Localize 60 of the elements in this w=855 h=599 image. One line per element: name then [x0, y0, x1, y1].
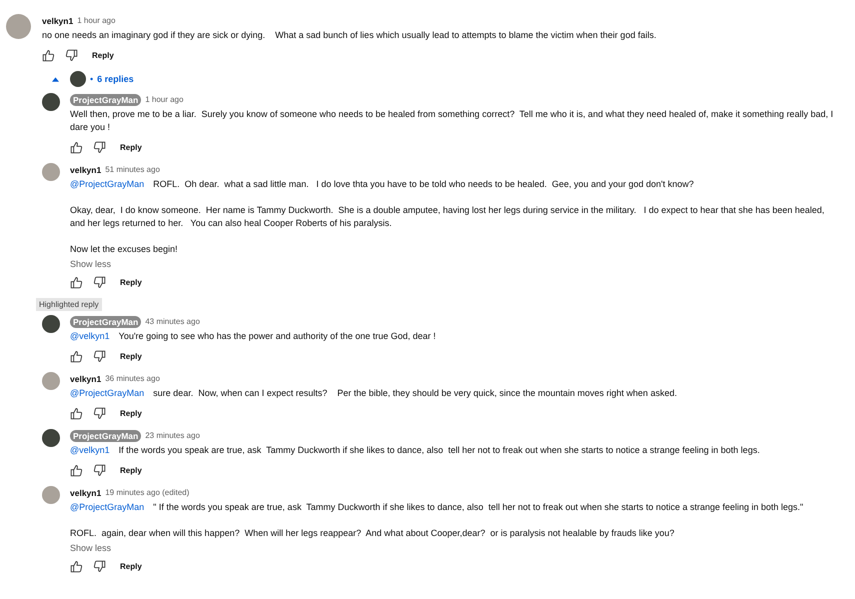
mention-link[interactable]: @velkyn1 — [70, 330, 110, 343]
reply-text: ROFL. Oh dear. what a sad little man. I do love thta you have to be told who needs to be healed. Gee, you and your god don't know? — [153, 178, 695, 191]
reply-button[interactable]: Reply — [120, 466, 142, 474]
author-name[interactable]: velkyn1 — [70, 488, 102, 498]
mention-link[interactable]: @ProjectGrayMan — [70, 178, 144, 191]
avatar[interactable] — [42, 315, 60, 333]
thumbs-up-icon[interactable] — [70, 560, 83, 572]
thumbs-down-icon[interactable] — [93, 464, 106, 476]
timestamp[interactable]: 1 hour ago — [145, 95, 184, 104]
mention-link[interactable]: @ProjectGrayMan — [70, 501, 144, 514]
thumbs-down-icon[interactable] — [93, 560, 106, 572]
timestamp[interactable]: 23 minutes ago — [145, 431, 200, 440]
author-name[interactable]: ProjectGrayMan — [70, 316, 142, 328]
thumbs-up-icon[interactable] — [70, 406, 83, 420]
timestamp[interactable]: 1 hour ago — [77, 16, 116, 25]
thumbs-down-icon[interactable] — [65, 48, 78, 62]
avatar[interactable] — [42, 93, 60, 111]
thumbs-down-icon[interactable] — [93, 350, 106, 362]
reply-text: ROFL. again, dear when will this happen? When will her legs reappear? And what about Cooper,dear? or is paralysis not healable by frauds like you? — [70, 527, 676, 540]
show-less-link[interactable]: Show less — [70, 543, 112, 553]
reply-text: Okay, dear, I do know someone. Her name is Tammy Duckworth. She is a double amputee, having lost her legs during service in the military. I do expect to hear that she has been healed, and her legs returned to her. You can also heal Cooper Roberts of his paralysis. — [70, 204, 826, 230]
thumbs-down-icon[interactable] — [93, 140, 106, 154]
thumbs-down-icon[interactable] — [93, 406, 106, 420]
reply-button[interactable]: Reply — [120, 352, 142, 360]
mention-link[interactable]: @velkyn1 — [70, 444, 110, 457]
timestamp[interactable]: 36 minutes ago — [105, 374, 160, 383]
reply-text: " If the words you speak are true, ask Tammy Duckworth if she likes to dance, also tell her not to freak out when she starts to notice a strange feeling in both legs." — [153, 501, 804, 514]
caret-up-icon[interactable] — [52, 76, 59, 82]
thumbs-down-icon[interactable] — [93, 276, 106, 288]
avatar — [70, 71, 86, 87]
show-less-link[interactable]: Show less — [70, 259, 112, 269]
reply-text: You're going to see who has the power and authority of the one true God, dear ! — [118, 330, 437, 343]
author-name[interactable]: velkyn1 — [70, 164, 102, 174]
reply-button[interactable]: Reply — [120, 142, 142, 152]
replies-link[interactable]: 6 replies — [97, 74, 134, 84]
comment-text: no one needs an imaginary god if they are sick or dying. What a sad bunch of lies which usually lead to attempts to blame the victim when their god fails. — [42, 29, 658, 42]
reply-button[interactable]: Reply — [120, 278, 142, 286]
bullet: • — [90, 74, 94, 84]
reply-text: sure dear. Now, when can I expect results? Per the bible, they should be very quick, since the mountain moves right when asked. — [153, 387, 678, 400]
thumbs-up-icon[interactable] — [70, 276, 83, 288]
avatar[interactable] — [42, 429, 60, 447]
thumbs-up-icon[interactable] — [70, 350, 83, 362]
author-name[interactable]: velkyn1 — [70, 374, 102, 384]
author-name[interactable]: ProjectGrayMan — [70, 94, 142, 106]
reply-text: Well then, prove me to be a liar. Surely you know of someone who needs to be healed from something correct? Tell me who it is, and what they need healed of, make it something really bad, I dare you ! — [70, 108, 834, 134]
mention-link[interactable]: @ProjectGrayMan — [70, 387, 144, 400]
timestamp[interactable]: 19 minutes ago (edited) — [105, 488, 190, 497]
reply-button[interactable]: Reply — [120, 408, 142, 418]
thumbs-up-icon[interactable] — [70, 140, 83, 154]
timestamp[interactable]: 43 minutes ago — [145, 317, 200, 326]
highlighted-reply-label: Highlighted reply — [36, 298, 102, 311]
reply-text: If the words you speak are true, ask Tammy Duckworth if she likes to dance, also tell her not to freak out when she starts to notice a strange feeling in both legs. — [118, 444, 761, 457]
thumbs-up-icon[interactable] — [42, 48, 55, 62]
timestamp[interactable]: 51 minutes ago — [105, 165, 160, 174]
thumbs-up-icon[interactable] — [70, 464, 83, 476]
reply-text: Now let the excuses begin! — [70, 243, 179, 256]
author-name[interactable]: velkyn1 — [42, 16, 74, 26]
author-name[interactable]: ProjectGrayMan — [70, 430, 142, 442]
reply-button[interactable]: Reply — [120, 562, 142, 570]
reply-button[interactable]: Reply — [92, 50, 114, 60]
